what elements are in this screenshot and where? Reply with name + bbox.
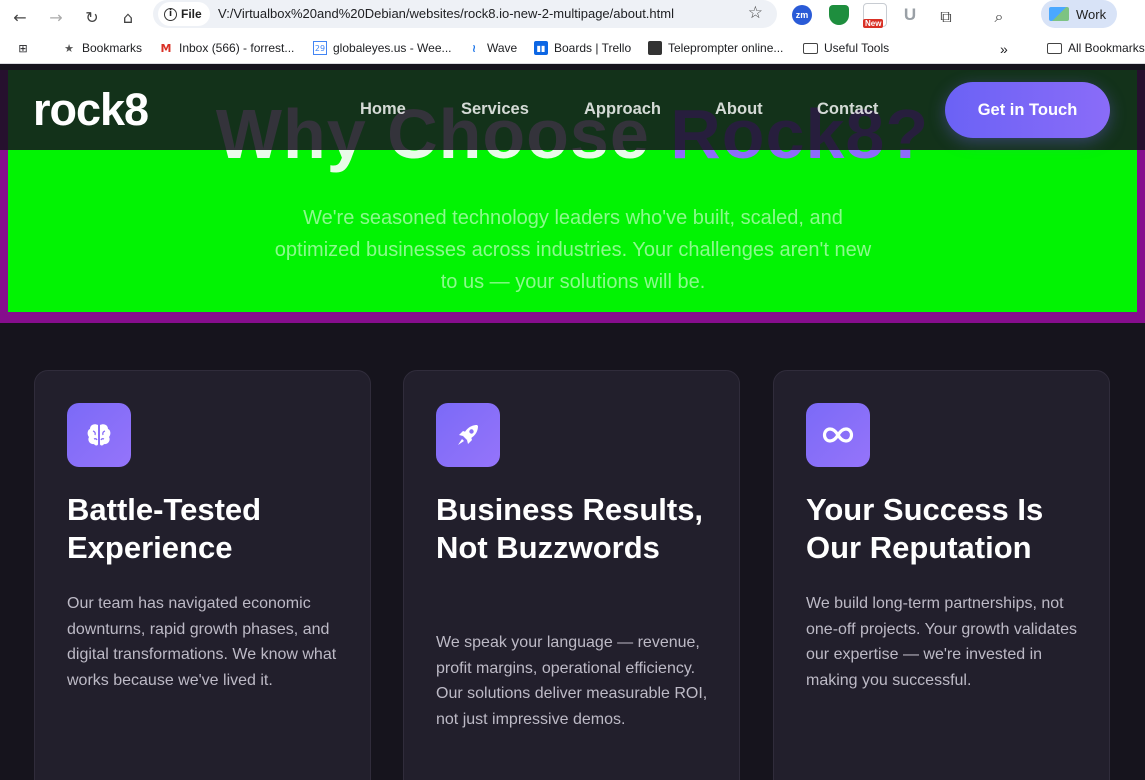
profile-label: Work xyxy=(1076,6,1107,22)
wave-icon: ≀ xyxy=(471,41,477,55)
get-in-touch-button[interactable]: Get in Touch xyxy=(945,82,1110,138)
file-label: File xyxy=(181,7,202,21)
folder-icon xyxy=(803,42,818,54)
url-text[interactable]: V:/Virtualbox%20and%20Debian/websites/ro… xyxy=(218,6,674,21)
hero-subtitle: We're seasoned technology leaders who've… xyxy=(274,207,872,293)
shield-extension-icon[interactable] xyxy=(829,5,849,25)
card-text: We speak your language — revenue, profit… xyxy=(436,634,708,729)
bookmark-item[interactable]: Teleprompter online... xyxy=(648,41,783,55)
nav-link-about[interactable]: About xyxy=(715,100,763,119)
bookmark-folder[interactable]: Useful Tools xyxy=(803,41,889,55)
bookmark-item[interactable]: M Inbox (566) - forrest... xyxy=(159,41,295,55)
nav-link-services[interactable]: Services xyxy=(461,100,529,119)
profile-chip[interactable]: Work xyxy=(1041,0,1117,28)
site-navbar: rock8 Home Services Approach About Conta… xyxy=(0,70,1145,150)
site-logo[interactable]: rock8 xyxy=(33,84,149,136)
more-bookmarks-chevron-icon[interactable]: » xyxy=(1000,41,1008,57)
nav-link-contact[interactable]: Contact xyxy=(817,100,878,119)
feature-card: Your Success Is Our Reputation We build … xyxy=(773,370,1110,780)
forward-arrow-icon[interactable]: → xyxy=(42,3,70,31)
feature-card: Battle-Tested Experience Our team has na… xyxy=(34,370,371,780)
card-text: We build long-term partnerships, not one… xyxy=(806,595,1077,690)
bookmark-item[interactable]: 29 globaleyes.us - Wee... xyxy=(313,41,452,55)
card-title: Your Success Is Our Reputation xyxy=(806,492,1044,565)
bookmark-star-icon[interactable]: ☆ xyxy=(748,3,763,23)
site-info-chip[interactable]: i File xyxy=(158,2,210,26)
extensions-puzzle-icon[interactable]: ⧉ xyxy=(932,3,960,31)
card-title: Battle-Tested Experience xyxy=(67,492,262,565)
folder-icon xyxy=(1047,42,1062,54)
address-bar[interactable]: i File V:/Virtualbox%20and%20Debian/webs… xyxy=(153,0,777,28)
card-text: Our team has navigated economic downturn… xyxy=(67,595,337,690)
page-content: Why Choose Rock8? We're seasoned technol… xyxy=(0,70,1145,780)
zoom-extension-icon[interactable]: zm xyxy=(792,5,812,25)
bookmark-item[interactable]: ≀ Wave xyxy=(467,41,517,55)
star-icon: ★ xyxy=(64,41,74,55)
browser-toolbar: ← → ↻ ⌂ i File V:/Virtualbox%20and%20Deb… xyxy=(0,0,1145,34)
home-icon[interactable]: ⌂ xyxy=(114,3,142,31)
bookmark-item[interactable]: ▮▮ Boards | Trello xyxy=(534,41,631,55)
gmail-icon: M xyxy=(160,41,172,55)
bookmarks-bar: ⊞ ★ Bookmarks M Inbox (566) - forrest...… xyxy=(0,34,1145,64)
brain-icon xyxy=(67,403,131,467)
profile-avatar-icon xyxy=(1049,7,1069,21)
apps-grid-icon[interactable]: ⊞ xyxy=(16,41,30,55)
info-icon: i xyxy=(164,7,177,21)
bookmark-item[interactable]: ★ Bookmarks xyxy=(62,41,142,55)
nav-link-approach[interactable]: Approach xyxy=(584,100,661,119)
u-extension-icon[interactable]: U xyxy=(900,5,920,25)
nav-link-home[interactable]: Home xyxy=(360,100,406,119)
rocket-icon xyxy=(436,403,500,467)
reload-icon[interactable]: ↻ xyxy=(78,3,106,31)
monitor-icon xyxy=(648,41,662,55)
trello-icon: ▮▮ xyxy=(534,41,548,55)
all-bookmarks-folder[interactable]: All Bookmarks xyxy=(1047,41,1145,55)
card-title: Business Results, Not Buzzwords xyxy=(436,492,704,565)
infinity-icon xyxy=(806,403,870,467)
back-arrow-icon[interactable]: ← xyxy=(6,3,34,31)
new-extension-icon[interactable]: New xyxy=(863,3,887,28)
calendar-icon: 29 xyxy=(313,41,327,55)
tab-search-icon[interactable]: ⌕ xyxy=(985,3,1013,31)
feature-card: Business Results, Not Buzzwords We speak… xyxy=(403,370,740,780)
